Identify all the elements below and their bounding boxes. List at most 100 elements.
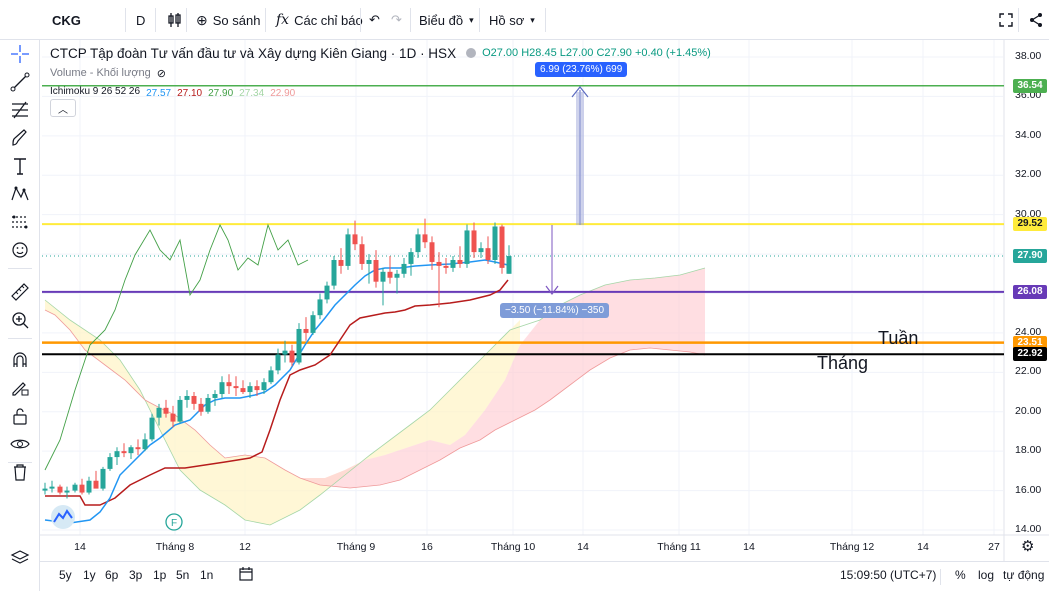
annotation-month[interactable]: Tháng (817, 353, 868, 374)
candle-body (93, 480, 99, 489)
candle-body (338, 259, 344, 266)
candle (345, 228, 351, 270)
measure-up-badge: 6.99 (23.76%) 699 (535, 62, 628, 77)
candle-body (233, 386, 239, 389)
candle (317, 293, 323, 320)
time-tick-label: Tháng 8 (155, 541, 195, 553)
range-button-6p[interactable]: 6p (102, 568, 121, 582)
candle-body (359, 244, 365, 264)
candle-body (387, 271, 393, 278)
candle-body (163, 407, 169, 414)
candle-body (373, 259, 379, 282)
candle (366, 254, 372, 284)
candle-body (478, 248, 484, 253)
candle-body (198, 403, 204, 412)
goto-date-button[interactable] (235, 566, 257, 585)
candle (282, 340, 288, 363)
candle-body (72, 484, 78, 491)
ichimoku-value: 27.57 (146, 87, 172, 99)
price-tick-label: 16.00 (1015, 483, 1042, 496)
candle (226, 374, 232, 395)
time-tick-label: 14 (743, 541, 755, 553)
candle-body (331, 259, 337, 286)
price-tick-label: 20.00 (1015, 404, 1042, 417)
candle-body (296, 328, 302, 363)
range-button-5y[interactable]: 5y (56, 568, 75, 582)
candle (464, 224, 470, 268)
ichimoku-value: 27.90 (208, 87, 234, 99)
logo-badge (51, 505, 75, 529)
candle (100, 466, 106, 491)
time-tick-label: Tháng 9 (336, 541, 376, 553)
candle-body (485, 248, 491, 260)
volume-label[interactable]: Volume - Khối lượng (50, 67, 151, 79)
candle (149, 413, 155, 442)
candle (191, 392, 197, 410)
candle-body (268, 370, 274, 383)
candle-body (401, 263, 407, 274)
percent-toggle[interactable]: % (952, 568, 969, 582)
chevron-up-icon: ︿ (58, 104, 68, 116)
candle (408, 248, 414, 276)
range-button-1n[interactable]: 1n (197, 568, 216, 582)
auto-toggle[interactable]: tự động (1000, 568, 1047, 582)
measure-tools (545, 86, 589, 295)
log-toggle[interactable]: log (975, 568, 997, 582)
candle (471, 222, 477, 259)
candle-body (324, 285, 330, 300)
annotation-week[interactable]: Tuần (878, 328, 918, 349)
candle (359, 236, 365, 270)
candle (296, 323, 302, 365)
ichimoku-label[interactable]: Ichimoku 9 26 52 26 (50, 86, 140, 97)
time-tick-label: 16 (421, 541, 433, 553)
range-button-1y[interactable]: 1y (80, 568, 99, 582)
price-tick-label: 38.00 (1015, 50, 1042, 62)
earnings-marker[interactable]: F (165, 513, 183, 531)
candle-body (254, 386, 260, 391)
price-tick-label: 34.00 (1015, 128, 1042, 141)
ichimoku-value: 22.90 (270, 87, 296, 99)
candle-body (282, 350, 288, 355)
time-tick-label: 14 (917, 541, 929, 553)
bottom-toolbar: 5y 1y 6p 3p 1p 5n 1n 15:09:50 (UTC+7) % log tự… (40, 561, 1049, 591)
settings-gear-icon[interactable]: ⚙ (1021, 537, 1034, 555)
candle (492, 222, 498, 264)
candle-body (443, 265, 449, 268)
candle-body (226, 382, 232, 387)
range-button-1p[interactable]: 1p (150, 568, 169, 582)
candle (506, 245, 512, 274)
candle-body (100, 468, 106, 489)
price-tick-label: 18.00 (1015, 444, 1042, 457)
candle (275, 348, 281, 375)
candle (198, 397, 204, 416)
candle-body (184, 395, 190, 400)
candle-body (408, 252, 414, 264)
candle (219, 376, 225, 398)
candle-body (57, 486, 63, 493)
price-tick-label: 14.00 (1015, 523, 1042, 535)
price-level-badge: 22.92 (1013, 347, 1047, 362)
candle (331, 256, 337, 290)
candle (268, 366, 274, 385)
candle (177, 395, 183, 424)
svg-text:F: F (171, 518, 177, 529)
ohlc-values: O27.00 H28.45 L27.00 C27.90 +0.40 (+1.45… (482, 47, 711, 59)
candle-body (114, 451, 120, 458)
eye-off-icon[interactable]: ⊘ (157, 67, 166, 80)
candle (114, 447, 120, 465)
symbol-title: CTCP Tập đoàn Tư vấn đầu tư và Xây dựng … (50, 45, 457, 61)
candle (485, 236, 491, 264)
grid (40, 40, 1049, 561)
candle-body (107, 457, 113, 469)
candle-body (289, 350, 295, 363)
candle (310, 311, 316, 335)
collapse-legend-button[interactable]: ︿ (50, 99, 76, 117)
range-button-3p[interactable]: 3p (126, 568, 145, 582)
price-level-badge: 36.54 (1013, 78, 1047, 93)
candle (394, 269, 400, 294)
candle (93, 470, 99, 489)
clock-time[interactable]: 15:09:50 (UTC+7) (837, 568, 939, 582)
candle (212, 390, 218, 406)
candle-body (121, 451, 127, 454)
range-button-5n[interactable]: 5n (173, 568, 192, 582)
